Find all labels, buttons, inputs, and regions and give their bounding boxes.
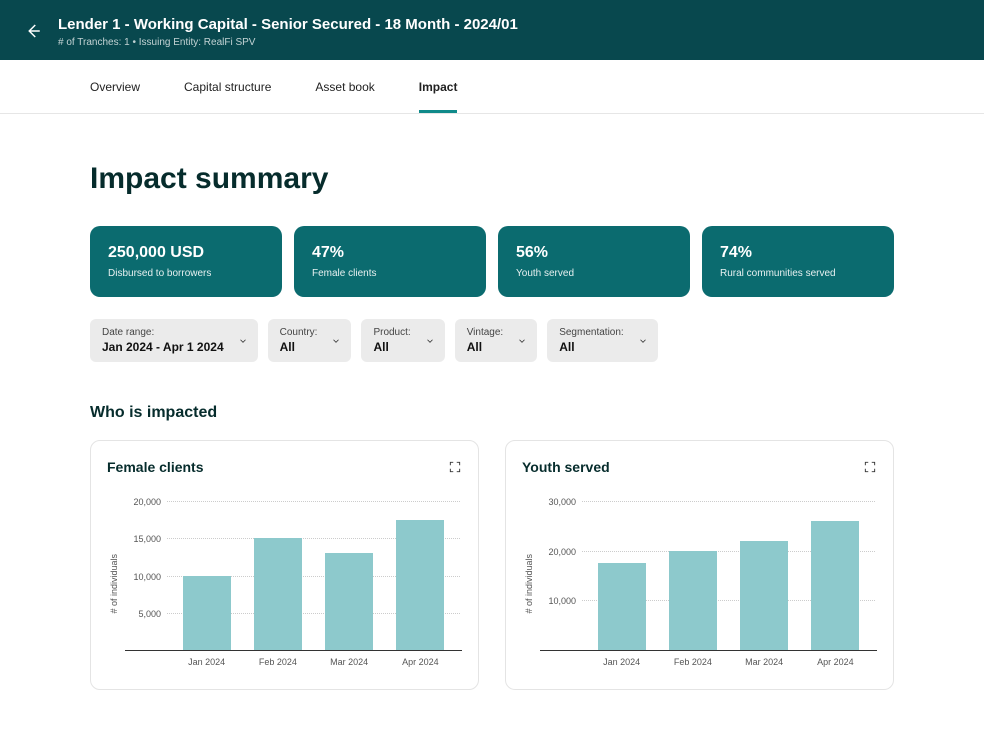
bar bbox=[183, 576, 231, 651]
x-tick: Feb 2024 bbox=[254, 657, 302, 667]
x-tick: Mar 2024 bbox=[740, 657, 788, 667]
kpi-card: 47% Female clients bbox=[294, 226, 486, 297]
filter-value: All bbox=[467, 340, 504, 354]
filter-row: Date range: Jan 2024 - Apr 1 2024 Country:… bbox=[90, 319, 894, 362]
kpi-card: 56% Youth served bbox=[498, 226, 690, 297]
expand-icon[interactable] bbox=[448, 460, 462, 474]
kpi-label: Youth served bbox=[516, 268, 672, 279]
header-subtitle: # of Tranches: 1 • Issuing Entity: RealF… bbox=[58, 37, 518, 48]
kpi-value: 47% bbox=[312, 244, 468, 262]
kpi-label: Disbursed to borrowers bbox=[108, 268, 264, 279]
tab-overview[interactable]: Overview bbox=[90, 80, 140, 94]
kpi-value: 56% bbox=[516, 244, 672, 262]
chevron-down-icon bbox=[331, 336, 341, 346]
filter-country[interactable]: Country: All bbox=[268, 319, 352, 362]
page-title: Impact summary bbox=[90, 162, 894, 196]
plot-area: 30,00020,00010,000 bbox=[540, 501, 877, 651]
bar bbox=[811, 521, 859, 650]
tab-bar: Overview Capital structure Asset book Impac… bbox=[0, 60, 984, 114]
y-tick: 30,000 bbox=[540, 497, 582, 507]
filter-label: Vintage: bbox=[467, 327, 504, 338]
y-axis-label: # of individuals bbox=[522, 554, 534, 614]
kpi-value: 250,000 USD bbox=[108, 244, 264, 262]
y-tick: 20,000 bbox=[540, 547, 582, 557]
y-tick: 15,000 bbox=[125, 534, 167, 544]
tab-asset-book[interactable]: Asset book bbox=[315, 80, 374, 94]
chart-card: Youth served # of individuals 30,000 20,000… bbox=[505, 440, 894, 690]
kpi-label: Female clients bbox=[312, 268, 468, 279]
chart-title: Female clients bbox=[107, 459, 204, 475]
x-tick: Apr 2024 bbox=[396, 657, 444, 667]
filter-value: All bbox=[280, 340, 318, 354]
plot-area: 20,00015,00010,0005,000 bbox=[125, 501, 462, 651]
filter-segmentation[interactable]: Segmentation: All bbox=[547, 319, 658, 362]
bar bbox=[740, 541, 788, 650]
chart-card: Female clients # of individuals 20,000 15,0… bbox=[90, 440, 479, 690]
back-arrow-icon[interactable] bbox=[24, 22, 42, 40]
bar bbox=[598, 563, 646, 650]
bar bbox=[325, 553, 373, 650]
chevron-down-icon bbox=[238, 336, 248, 346]
x-tick: Mar 2024 bbox=[325, 657, 373, 667]
expand-icon[interactable] bbox=[863, 460, 877, 474]
kpi-row: 250,000 USD Disbursed to borrowers 47% Fema… bbox=[90, 226, 894, 297]
chevron-down-icon bbox=[517, 336, 527, 346]
filter-label: Segmentation: bbox=[559, 327, 624, 338]
header-title: Lender 1 - Working Capital - Senior Secu… bbox=[58, 16, 518, 33]
filter-vintage[interactable]: Vintage: All bbox=[455, 319, 538, 362]
filter-daterange[interactable]: Date range: Jan 2024 - Apr 1 2024 bbox=[90, 319, 258, 362]
app-header: Lender 1 - Working Capital - Senior Secu… bbox=[0, 0, 984, 60]
chart-title: Youth served bbox=[522, 459, 610, 475]
filter-value: All bbox=[559, 340, 624, 354]
kpi-label: Rural communities served bbox=[720, 268, 876, 279]
filter-product[interactable]: Product: All bbox=[361, 319, 444, 362]
filter-label: Country: bbox=[280, 327, 318, 338]
x-tick: Jan 2024 bbox=[598, 657, 646, 667]
tab-capital-structure[interactable]: Capital structure bbox=[184, 80, 271, 94]
x-tick: Apr 2024 bbox=[811, 657, 859, 667]
y-tick: 10,000 bbox=[125, 572, 167, 582]
tab-impact[interactable]: Impact bbox=[419, 80, 458, 94]
bar bbox=[254, 538, 302, 650]
y-tick: 20,000 bbox=[125, 497, 167, 507]
kpi-value: 74% bbox=[720, 244, 876, 262]
bar bbox=[669, 551, 717, 650]
y-tick: 10,000 bbox=[540, 596, 582, 606]
kpi-card: 250,000 USD Disbursed to borrowers bbox=[90, 226, 282, 297]
filter-value: Jan 2024 - Apr 1 2024 bbox=[102, 340, 224, 354]
y-axis-label: # of individuals bbox=[107, 554, 119, 614]
section-title: Who is impacted bbox=[90, 404, 894, 422]
x-tick: Feb 2024 bbox=[669, 657, 717, 667]
kpi-card: 74% Rural communities served bbox=[702, 226, 894, 297]
filter-value: All bbox=[373, 340, 410, 354]
bar bbox=[396, 520, 444, 650]
y-tick: 5,000 bbox=[125, 609, 167, 619]
filter-label: Product: bbox=[373, 327, 410, 338]
chevron-down-icon bbox=[425, 336, 435, 346]
x-tick: Jan 2024 bbox=[183, 657, 231, 667]
filter-label: Date range: bbox=[102, 327, 224, 338]
chevron-down-icon bbox=[638, 336, 648, 346]
charts-row: Female clients # of individuals 20,000 15,0… bbox=[90, 440, 894, 690]
